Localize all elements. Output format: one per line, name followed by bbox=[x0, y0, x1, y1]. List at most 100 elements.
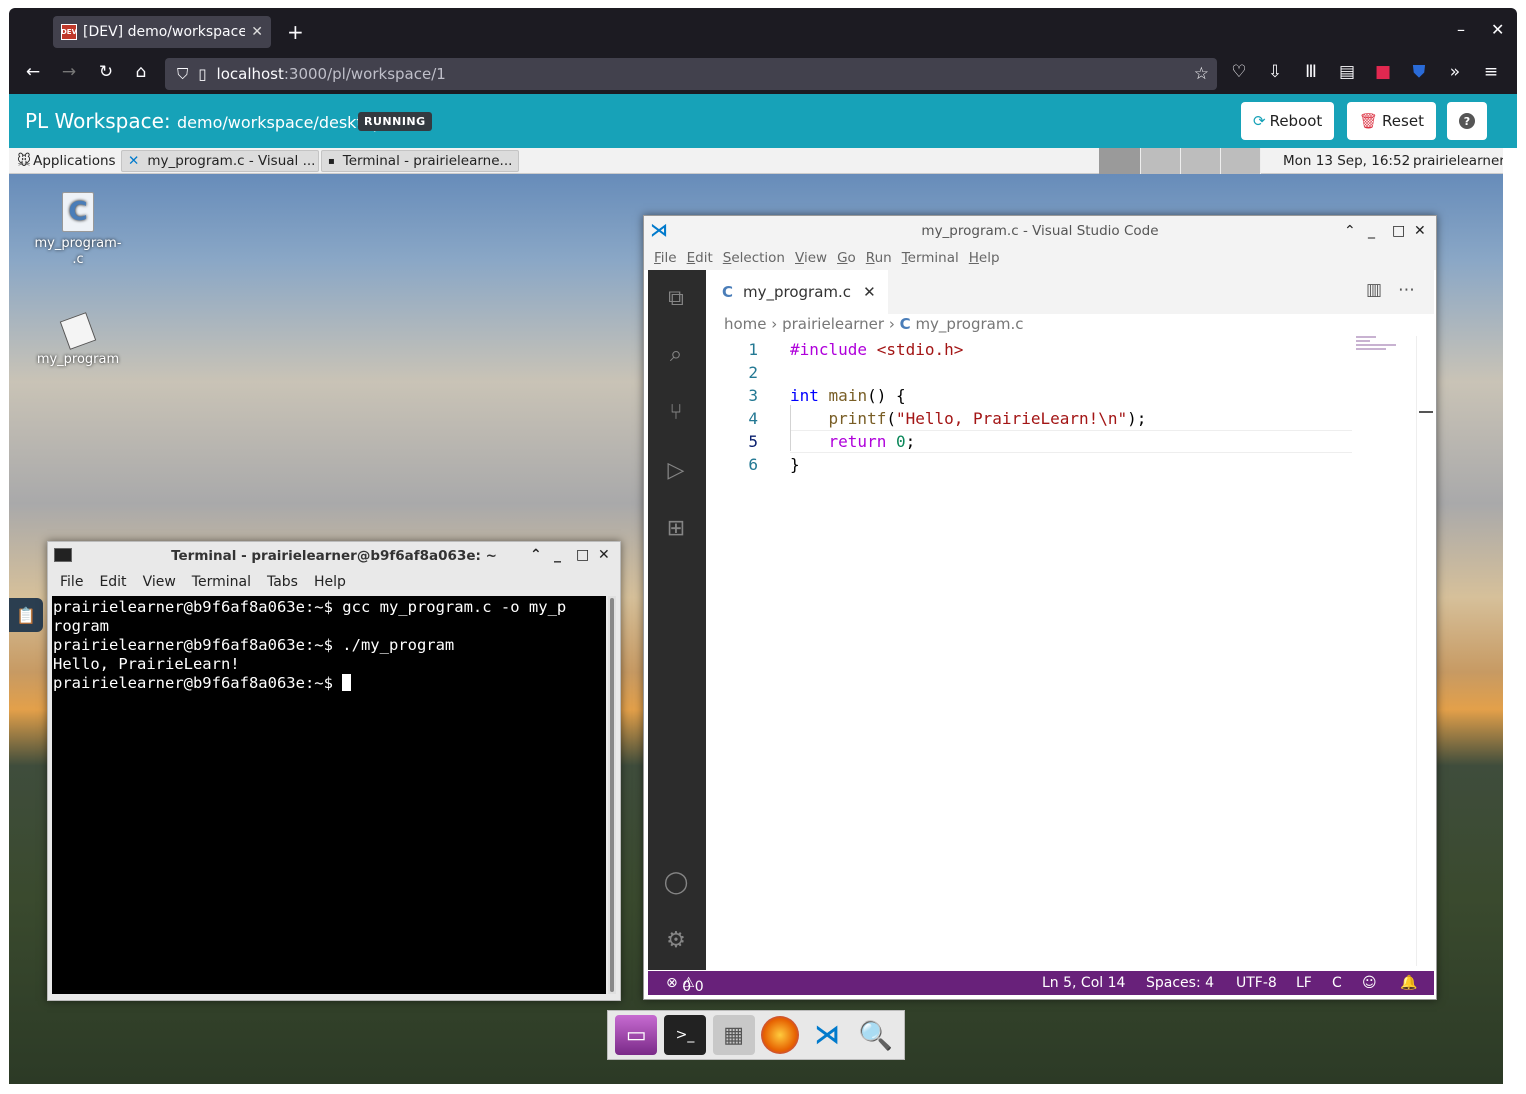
terminal-line: prairielearner@b9f6af8a063e:~$ ./my_prog… bbox=[53, 636, 455, 654]
bookmark-star-icon[interactable]: ☆ bbox=[1194, 64, 1209, 84]
terminal-titlebar[interactable]: Terminal - prairielearner@b9f6af8a063e: … bbox=[48, 542, 620, 570]
indentation-status[interactable]: Spaces: 4 bbox=[1146, 975, 1214, 991]
taskbar-terminal[interactable]: ▪ Terminal - prairielearne... bbox=[321, 150, 519, 172]
applications-menu[interactable]: 🐭 Applications bbox=[11, 150, 122, 172]
reload-icon[interactable]: ↻ bbox=[94, 62, 118, 82]
downloads-icon[interactable]: ⇩ bbox=[1263, 62, 1287, 82]
vscode-menu-terminal[interactable]: Terminal bbox=[902, 250, 959, 266]
terminal-menu-file[interactable]: File bbox=[60, 574, 83, 590]
browser-tab[interactable]: DEV [DEV] demo/workspace/d ✕ bbox=[53, 16, 271, 48]
panel-user[interactable]: prairielearner bbox=[1407, 150, 1503, 172]
overflow-menu-icon[interactable]: » bbox=[1443, 62, 1467, 82]
vscode-menu-help[interactable]: Help bbox=[969, 250, 1000, 266]
split-editor-icon[interactable]: ▥ bbox=[1366, 280, 1382, 300]
terminal-menu-terminal[interactable]: Terminal bbox=[192, 574, 251, 590]
firefox-launcher-icon[interactable] bbox=[761, 1016, 800, 1054]
editor-tab-my-program[interactable]: C my_program.c ✕ bbox=[706, 270, 888, 314]
workspace-1[interactable] bbox=[1099, 148, 1141, 174]
desktop-icon-executable[interactable]: my_program bbox=[33, 308, 123, 367]
gear-icon[interactable]: ⚙ bbox=[660, 924, 692, 956]
vscode-menu-run[interactable]: Run bbox=[866, 250, 892, 266]
vscode-menu-file[interactable]: File bbox=[654, 250, 677, 266]
vscode-title: my_program.c - Visual Studio Code bbox=[921, 223, 1159, 239]
vscode-menu-selection[interactable]: Selection bbox=[723, 250, 785, 266]
shield-icon[interactable]: ⛉ bbox=[177, 65, 188, 83]
hamburger-menu-icon[interactable]: ≡ bbox=[1479, 62, 1503, 82]
close-window-icon[interactable]: ✕ bbox=[1491, 20, 1504, 39]
sidebar-icon[interactable]: ▤ bbox=[1335, 62, 1359, 82]
bitwarden-shield-icon[interactable]: ⛊ bbox=[1407, 62, 1431, 82]
browser-tab-bar: DEV [DEV] demo/workspace/d ✕ + – ✕ bbox=[9, 8, 1517, 54]
terminal-menu-help[interactable]: Help bbox=[314, 574, 346, 590]
terminal-menu-edit[interactable]: Edit bbox=[99, 574, 126, 590]
help-button[interactable]: ? bbox=[1447, 102, 1487, 140]
vscode-menu-view[interactable]: View bbox=[795, 250, 827, 266]
run-debug-icon[interactable]: ▷ bbox=[660, 454, 692, 486]
clipboard-icon[interactable]: 📋 bbox=[9, 598, 43, 632]
language-status[interactable]: C bbox=[1332, 975, 1342, 991]
minimap[interactable] bbox=[1356, 336, 1414, 356]
app-finder-icon[interactable]: 🔍 bbox=[855, 1015, 897, 1055]
terminal-menu-tabs[interactable]: Tabs bbox=[267, 574, 298, 590]
show-desktop-icon[interactable]: ▭ bbox=[615, 1015, 658, 1055]
url-bar[interactable]: ⛉ ▯ localhost:3000/pl/workspace/1 ☆ bbox=[165, 58, 1217, 90]
terminal-scrollbar[interactable] bbox=[608, 596, 616, 994]
code-editor[interactable]: 1 2 3 4 5 6 #include <stdio.h> int main(… bbox=[706, 336, 1414, 966]
file-manager-icon[interactable]: ▦ bbox=[712, 1015, 755, 1055]
close-icon[interactable]: ✕ bbox=[1414, 223, 1426, 239]
breadcrumb-user[interactable]: prairielearner bbox=[782, 315, 884, 333]
workspace-3[interactable] bbox=[1181, 148, 1221, 174]
editor-scrollbar[interactable] bbox=[1416, 336, 1433, 966]
reset-button[interactable]: 🗑 Reset bbox=[1347, 102, 1436, 140]
maximize-up-icon[interactable]: ⌃ bbox=[1344, 223, 1356, 239]
terminal-launcher-icon[interactable]: >_ bbox=[663, 1015, 706, 1055]
vscode-launcher-icon[interactable]: ⋊ bbox=[806, 1015, 848, 1055]
maximize-icon[interactable]: □ bbox=[1392, 223, 1405, 239]
terminal-menu-view[interactable]: View bbox=[143, 574, 176, 590]
workspace-4[interactable] bbox=[1221, 148, 1261, 174]
back-icon[interactable]: ← bbox=[21, 62, 45, 82]
workspace-title: PL Workspace bbox=[25, 109, 164, 133]
vscode-menu-go[interactable]: Go bbox=[837, 250, 856, 266]
maximize-icon[interactable]: □ bbox=[576, 547, 589, 563]
vscode-titlebar[interactable]: ⋊ my_program.c - Visual Studio Code ⌃ _ … bbox=[644, 216, 1436, 246]
home-icon[interactable]: ⌂ bbox=[129, 62, 153, 82]
minimize-window-icon[interactable]: – bbox=[1457, 20, 1465, 39]
desktop-icon-source[interactable]: C my_program- .c bbox=[33, 192, 123, 268]
remote-desktop[interactable]: 🐭 Applications ✕ my_program.c - Visual .… bbox=[9, 148, 1503, 1084]
pocket-icon[interactable]: ♡ bbox=[1227, 62, 1251, 82]
more-actions-icon[interactable]: ⋯ bbox=[1398, 280, 1415, 300]
vscode-window[interactable]: ⋊ my_program.c - Visual Studio Code ⌃ _ … bbox=[643, 215, 1437, 1000]
close-tab-icon[interactable]: ✕ bbox=[863, 283, 876, 301]
panel-clock[interactable]: Mon 13 Sep, 16:52 bbox=[1277, 150, 1416, 172]
vscode-menu-edit[interactable]: Edit bbox=[687, 250, 713, 266]
maximize-up-icon[interactable]: ⌃ bbox=[530, 547, 542, 563]
source-control-icon[interactable]: ⑂ bbox=[660, 396, 692, 428]
extensions-icon[interactable]: ⊞ bbox=[660, 512, 692, 544]
search-icon[interactable]: ⌕ bbox=[660, 338, 692, 370]
breadcrumb-file[interactable]: my_program.c bbox=[915, 315, 1023, 333]
terminal-screen[interactable]: prairielearner@b9f6af8a063e:~$ gcc my_pr… bbox=[52, 596, 606, 994]
close-tab-icon[interactable]: ✕ bbox=[251, 24, 263, 40]
workspace-2[interactable] bbox=[1141, 148, 1181, 174]
terminal-window[interactable]: Terminal - prairielearner@b9f6af8a063e: … bbox=[47, 541, 621, 1001]
forward-icon[interactable]: → bbox=[57, 62, 81, 82]
explorer-icon[interactable]: ⧉ bbox=[660, 282, 692, 314]
minimize-icon[interactable]: _ bbox=[1368, 223, 1375, 239]
new-tab-icon[interactable]: + bbox=[287, 20, 304, 44]
account-icon[interactable]: ◯ bbox=[660, 866, 692, 898]
encoding-status[interactable]: UTF-8 bbox=[1236, 975, 1277, 991]
taskbar-vscode[interactable]: ✕ my_program.c - Visual ... bbox=[121, 150, 319, 172]
eol-status[interactable]: LF bbox=[1296, 975, 1312, 991]
minimize-icon[interactable]: _ bbox=[554, 547, 561, 563]
cursor-position[interactable]: Ln 5, Col 14 bbox=[1042, 975, 1125, 991]
url-path: :3000/pl/workspace/1 bbox=[283, 65, 446, 83]
feedback-icon[interactable]: ☺ bbox=[1362, 975, 1377, 991]
extension-red-icon[interactable]: ■ bbox=[1371, 62, 1395, 82]
reboot-button[interactable]: ⟳ Reboot bbox=[1241, 102, 1335, 140]
problems-status[interactable]: ⊗ 0 ⚠ 0 bbox=[666, 975, 704, 995]
close-icon[interactable]: ✕ bbox=[598, 547, 610, 563]
notifications-bell-icon[interactable]: 🔔 bbox=[1400, 975, 1417, 991]
library-icon[interactable]: Ⅲ bbox=[1299, 62, 1323, 82]
breadcrumb-home[interactable]: home bbox=[724, 315, 767, 333]
